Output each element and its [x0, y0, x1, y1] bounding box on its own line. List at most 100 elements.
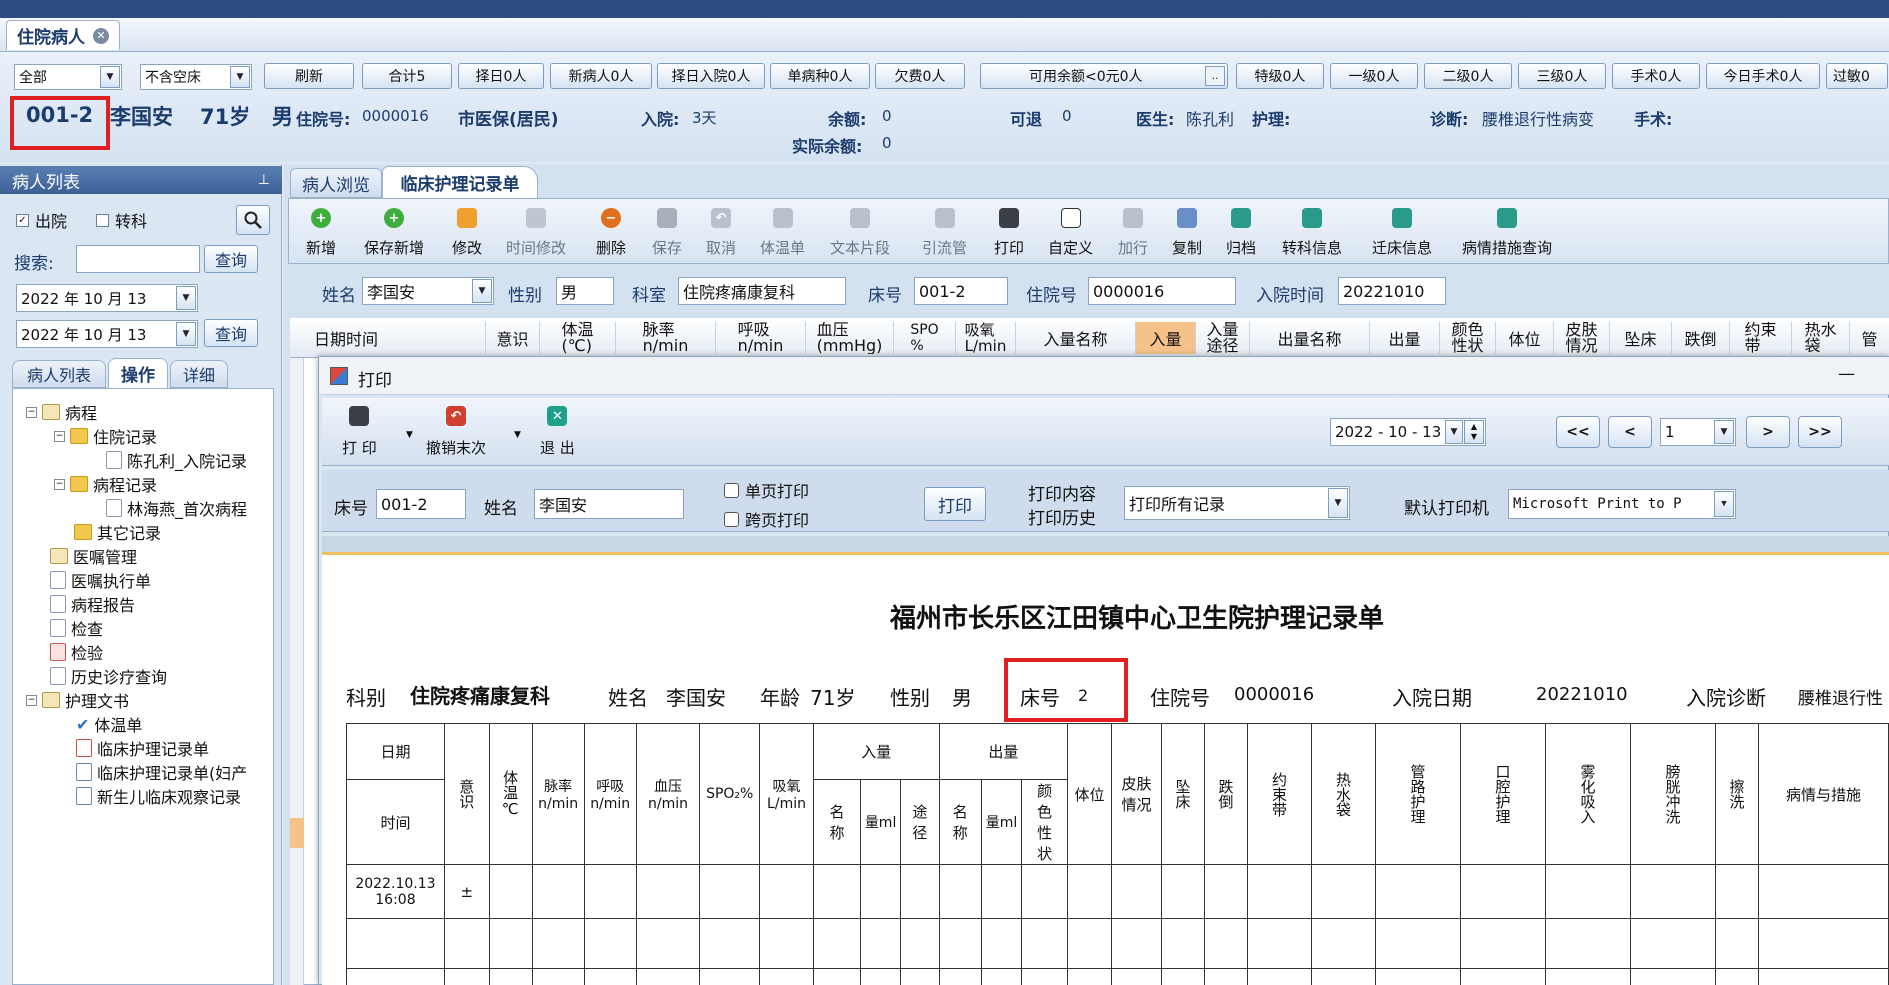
cell-datetime[interactable]: 2022.10.13 16:08: [346, 864, 445, 919]
cell-empty[interactable]: [488, 864, 533, 919]
pin-icon[interactable]: ⊥: [258, 172, 270, 188]
grid-col-blood-pressure[interactable]: 血压 (mmHg): [806, 322, 894, 354]
chevron-down-icon[interactable]: ▼: [1328, 488, 1348, 518]
tree-node-nursing-record-obstetrics[interactable]: 临床护理记录单(妇产: [76, 760, 272, 784]
print-button[interactable]: 打印: [994, 208, 1024, 258]
condition-measures-button[interactable]: 病情措施查询: [1462, 208, 1552, 258]
cell-empty[interactable]: [1460, 864, 1547, 919]
form-no-field[interactable]: 0000016: [1088, 277, 1236, 305]
tree-node-nursing-docs[interactable]: − 护理文书: [26, 688, 129, 712]
tree-node-other-records[interactable]: 其它记录: [74, 520, 161, 544]
main-tab-nursing-record[interactable]: 临床护理记录单: [382, 166, 538, 198]
tree-node-nursing-record[interactable]: 临床护理记录单: [76, 736, 209, 760]
form-name-select[interactable]: 李国安 ▼: [362, 277, 494, 305]
cross-page-checkbox-row[interactable]: 跨页打印: [724, 507, 809, 531]
cell-empty[interactable]: [1545, 864, 1632, 919]
cell-empty[interactable]: [812, 864, 861, 919]
today-surgery-button[interactable]: 今日手术0人: [1706, 63, 1820, 89]
grade-3-button[interactable]: 三级0人: [1518, 63, 1606, 89]
tree-node-newborn[interactable]: 新生儿临床观察记录: [76, 784, 241, 808]
arrears-button[interactable]: 欠费0人: [875, 63, 965, 89]
collapse-icon[interactable]: −: [54, 430, 65, 442]
ellipsis-button[interactable]: ..: [1205, 66, 1225, 86]
last-page-button[interactable]: >>: [1798, 416, 1842, 448]
cell-empty[interactable]: [635, 864, 701, 919]
archive-button[interactable]: 归档: [1226, 208, 1256, 258]
tree-node-temperature[interactable]: ✔ 体温单: [76, 712, 142, 736]
temperature-chart-button[interactable]: 体温单: [760, 208, 805, 258]
grid-col-pulse[interactable]: 脉率 n/min: [616, 322, 716, 354]
refresh-button[interactable]: 刷新: [264, 63, 354, 89]
tree-node-lab[interactable]: 检验: [50, 640, 103, 664]
special-grade-button[interactable]: 特级0人: [1236, 63, 1324, 89]
main-tab-browse[interactable]: 病人浏览: [290, 168, 382, 198]
drainage-tube-button[interactable]: 引流管: [922, 208, 967, 258]
table-row[interactable]: [346, 968, 1889, 985]
tree-node-admission-record[interactable]: 陈孔利_入院记录: [106, 448, 247, 472]
select-day-button[interactable]: 择日0人: [458, 63, 544, 89]
discharged-checkbox-row[interactable]: ✓ 出院: [16, 208, 67, 232]
grid-col-intake-route[interactable]: 入量 途径: [1196, 322, 1250, 354]
tree-node-course-records[interactable]: − 病程记录: [54, 472, 157, 496]
date-from-input[interactable]: 2022 年 10 月 13 ▼: [16, 284, 198, 312]
add-row-button[interactable]: 加行: [1118, 208, 1148, 258]
cell-empty[interactable]: [1247, 864, 1313, 919]
tree-node-orders[interactable]: 医嘱管理: [50, 544, 137, 568]
spinner-icon[interactable]: ▲ ▼: [1464, 420, 1484, 444]
close-icon[interactable]: ✕: [93, 27, 109, 44]
print-date-input[interactable]: 2022 - 10 - 13 ▼ ▲ ▼: [1330, 418, 1486, 446]
negative-balance-button[interactable]: 可用余额<0元0人 ..: [980, 63, 1228, 89]
prev-page-button[interactable]: <: [1608, 416, 1652, 448]
collapse-icon[interactable]: −: [26, 406, 37, 418]
cell-empty[interactable]: [1110, 864, 1163, 919]
add-button[interactable]: + 新增: [306, 208, 336, 258]
discharged-checkbox[interactable]: ✓: [16, 213, 29, 227]
cell-empty[interactable]: [1067, 864, 1112, 919]
total-button[interactable]: 合计5: [362, 63, 452, 89]
chevron-down-icon[interactable]: ▼: [230, 66, 250, 88]
page-select[interactable]: 1 ▼: [1660, 418, 1736, 446]
left-tab-details[interactable]: 详细: [170, 360, 228, 388]
edit-button[interactable]: 修改: [452, 208, 482, 258]
search-input[interactable]: [76, 245, 200, 273]
chevron-down-icon[interactable]: ▼: [406, 430, 413, 440]
form-admit-field[interactable]: 20221010: [1338, 277, 1446, 305]
first-page-button[interactable]: <<: [1556, 416, 1600, 448]
grid-col-position[interactable]: 体位: [1496, 322, 1554, 354]
left-tab-operations[interactable]: 操作: [108, 358, 168, 388]
transfer-checkbox-row[interactable]: 转科: [96, 208, 147, 232]
grade-2-button[interactable]: 二级0人: [1424, 63, 1512, 89]
form-sex-field[interactable]: 男: [556, 277, 614, 305]
cell-empty[interactable]: [1630, 864, 1717, 919]
dialog-print-button[interactable]: 打 印: [342, 406, 377, 458]
copy-button[interactable]: 复制: [1172, 208, 1202, 258]
print-content-select[interactable]: 打印所有记录 ▼: [1124, 486, 1350, 520]
minimize-button[interactable]: —: [1838, 364, 1855, 384]
transfer-info-button[interactable]: 转科信息: [1282, 208, 1342, 258]
options-print-button[interactable]: 打印: [924, 487, 986, 521]
grid-col-consciousness[interactable]: 意识: [486, 322, 540, 354]
text-snippet-button[interactable]: 文本片段: [830, 208, 890, 258]
query-button[interactable]: 查询: [204, 245, 258, 273]
grid-col-respiration[interactable]: 呼吸 n/min: [716, 322, 806, 354]
chevron-down-icon[interactable]: ▼: [1714, 491, 1734, 517]
cell-empty[interactable]: [938, 864, 982, 919]
grid-col-spo2[interactable]: SPO %: [894, 322, 956, 354]
cell-empty[interactable]: [531, 864, 585, 919]
cell-consciousness[interactable]: ±: [443, 864, 490, 919]
tree-node-course[interactable]: − 病程: [26, 400, 97, 424]
search-icon-button[interactable]: [236, 205, 270, 235]
grid-col-output[interactable]: 出量: [1370, 322, 1440, 354]
allergy-button[interactable]: 过敏0: [1826, 63, 1888, 89]
cell-empty[interactable]: [1715, 864, 1760, 919]
cell-empty[interactable]: [1311, 864, 1377, 919]
grid-col-color[interactable]: 颜色 性状: [1440, 322, 1496, 354]
transfer-checkbox[interactable]: [96, 213, 109, 227]
cell-empty[interactable]: [699, 864, 761, 919]
cell-empty[interactable]: [859, 864, 902, 919]
undo-last-button[interactable]: ↶ 撤销末次: [426, 406, 486, 458]
grid-col-datetime[interactable]: 日期时间: [304, 322, 486, 354]
select-day-admit-button[interactable]: 择日入院0人: [657, 63, 765, 89]
table-row[interactable]: [346, 918, 1889, 969]
date-query-button[interactable]: 查询: [204, 319, 258, 347]
